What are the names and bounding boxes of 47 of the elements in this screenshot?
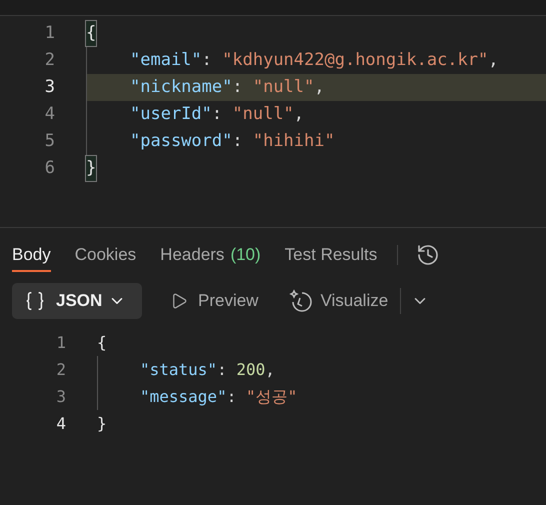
line-number: 1 — [55, 332, 66, 354]
response-tab[interactable]: Test Results — [284, 228, 378, 281]
json-string: "null" — [252, 76, 314, 99]
play-icon — [170, 292, 188, 310]
json-brace: } — [86, 156, 96, 182]
line-number: 3 — [44, 76, 55, 99]
response-tab[interactable]: Headers (10) — [160, 228, 261, 281]
response-tab[interactable]: Body — [12, 228, 51, 281]
json-punctuation: : — [232, 130, 244, 153]
json-brace: } — [97, 412, 107, 434]
line-number: 3 — [55, 386, 66, 408]
json-number: 200 — [236, 358, 266, 380]
line-number: 2 — [55, 358, 66, 380]
history-icon[interactable] — [416, 242, 440, 266]
json-string: "null" — [232, 102, 294, 126]
json-brace: { — [97, 332, 107, 354]
response-tab[interactable]: Cookies — [74, 228, 136, 281]
braces-icon — [24, 290, 46, 312]
json-punctuation: : — [212, 102, 224, 126]
json-punctuation: , — [314, 76, 325, 99]
visualize-button[interactable]: Visualize — [288, 288, 388, 314]
json-string: "성공" — [246, 386, 298, 408]
json-punctuation: , — [294, 102, 304, 126]
line-number: 1 — [44, 22, 55, 45]
json-punctuation: , — [265, 358, 275, 380]
line-number: 5 — [44, 130, 55, 153]
json-key: "status" — [140, 358, 218, 382]
json-punctuation: : — [232, 76, 244, 99]
json-key: "message" — [140, 384, 227, 408]
json-key: "nickname" — [130, 74, 232, 100]
json-punctuation: , — [488, 48, 498, 72]
line-number: 6 — [44, 156, 55, 180]
json-string: "hihihi" — [252, 130, 335, 153]
json-punctuation: : — [202, 48, 213, 72]
line-number: 2 — [44, 48, 55, 72]
sparkle-icon — [288, 289, 312, 313]
json-brace: { — [86, 20, 96, 46]
line-number: 4 — [55, 412, 66, 434]
json-key: "userId" — [130, 102, 212, 128]
json-key: "email" — [130, 48, 202, 74]
json-punctuation: : — [226, 386, 238, 408]
json-string: "kdhyun422@g.hongik.ac.kr" — [222, 48, 488, 72]
preview-button[interactable]: Preview — [170, 288, 258, 314]
json-key: "password" — [130, 128, 232, 154]
format-dropdown[interactable]: JSON — [12, 283, 142, 319]
line-number: 4 — [44, 102, 55, 126]
json-punctuation: : — [217, 358, 228, 380]
